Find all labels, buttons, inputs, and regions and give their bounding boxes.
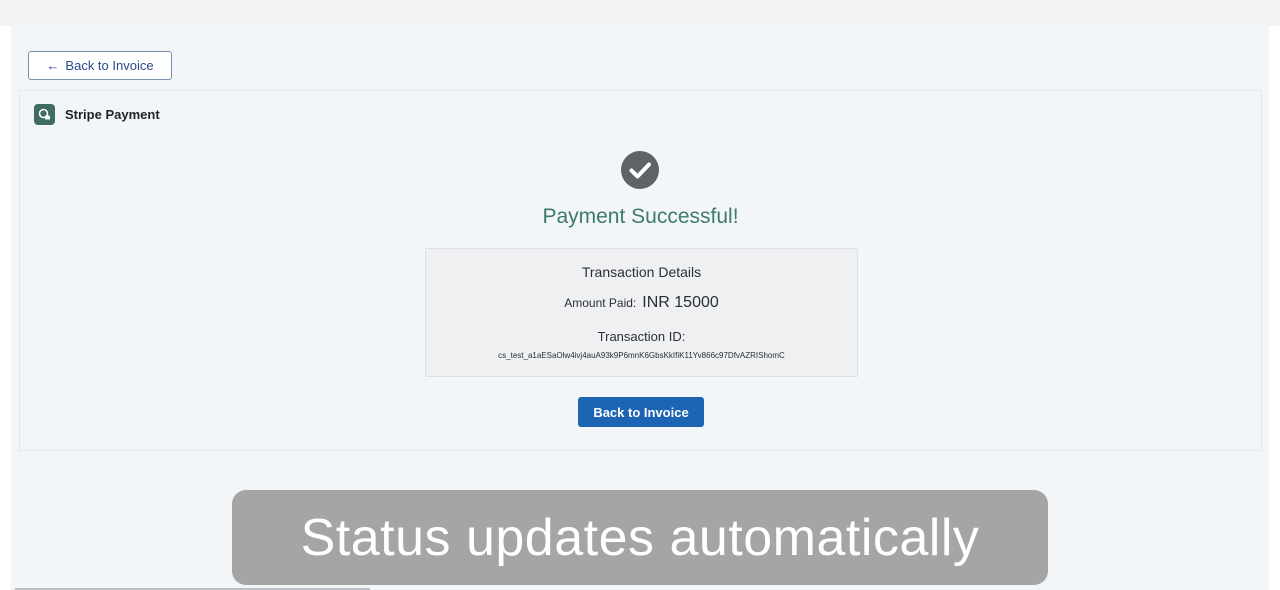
back-arrow-icon: ← xyxy=(46,58,60,73)
payment-success-title: Payment Successful! xyxy=(542,205,739,228)
card-header: Stripe Payment xyxy=(34,104,160,125)
back-to-invoice-button[interactable]: Back to Invoice xyxy=(578,397,704,427)
back-to-invoice-link[interactable]: ← Back to Invoice xyxy=(28,51,172,80)
transaction-details-heading: Transaction Details xyxy=(581,264,702,280)
transaction-id-value: cs_test_a1aESaOlw4ivj4auA93k9P6mnK6GbsKk… xyxy=(498,351,785,360)
check-circle-icon xyxy=(621,151,659,189)
caption-overlay: Status updates automatically xyxy=(232,490,1048,585)
back-to-invoice-link-label: Back to Invoice xyxy=(65,58,154,73)
amount-paid-value: INR 15000 xyxy=(642,294,719,311)
amount-paid-row: Amount Paid: INR 15000 xyxy=(426,294,857,312)
transaction-id-label: Transaction ID: xyxy=(597,329,686,344)
stripe-payment-card: Stripe Payment Payment Successful! Trans… xyxy=(19,90,1262,451)
card-title: Stripe Payment xyxy=(65,107,160,122)
amount-paid-label: Amount Paid: xyxy=(564,296,637,310)
stripe-card-icon xyxy=(34,104,55,125)
browser-top-strip xyxy=(0,0,1280,26)
transaction-details-box: Transaction Details Amount Paid: INR 1500… xyxy=(425,248,858,377)
